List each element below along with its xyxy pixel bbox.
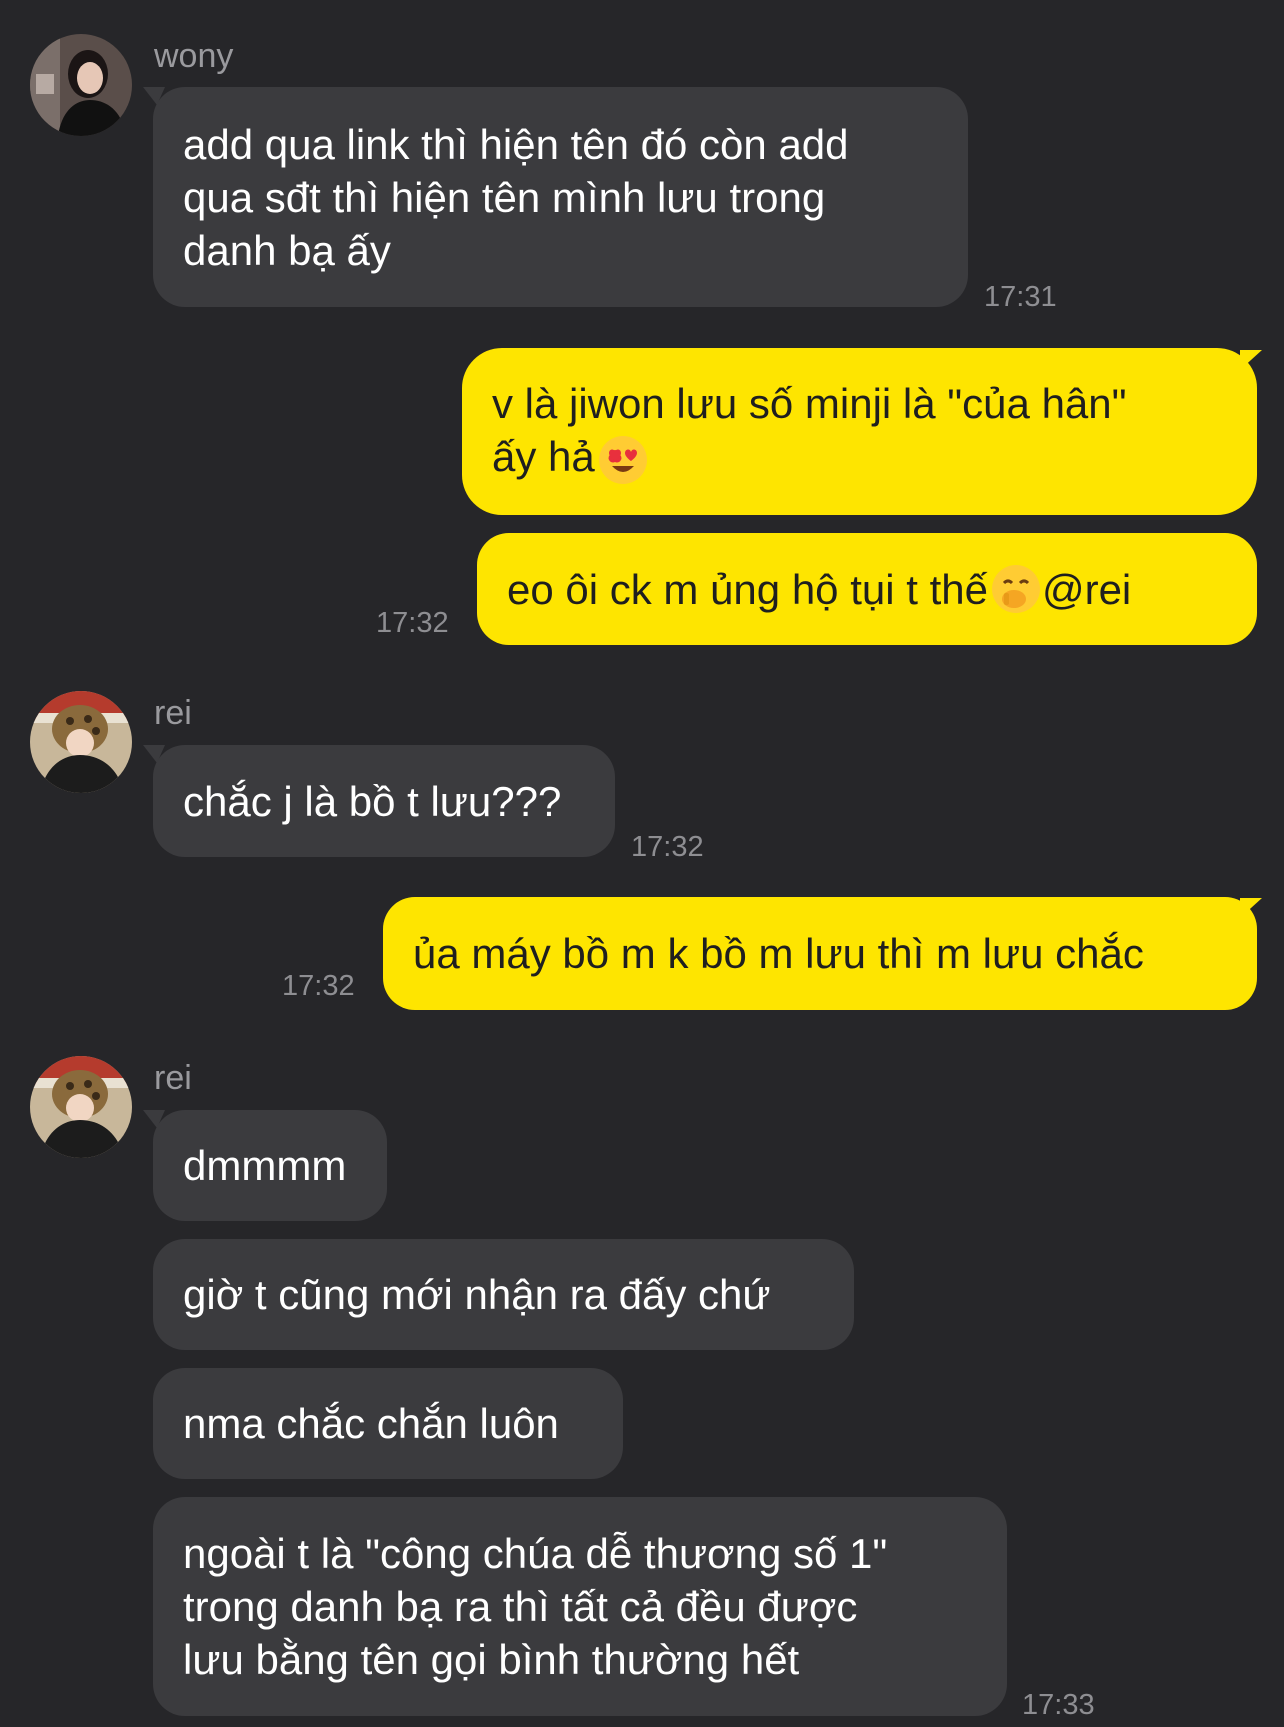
message-text-block: v là jiwon lưu số minji là "của hân" ấy … [492, 377, 1127, 486]
message-text-line: v là jiwon lưu số minji là "của hân" [492, 380, 1127, 428]
message-text: nma chắc chắn luôn [183, 1400, 559, 1447]
chat-screen: wony add qua link thì hiện tên đó còn ad… [0, 0, 1284, 1727]
message-bubble-incoming[interactable]: nma chắc chắn luôn [153, 1368, 623, 1479]
message-time: 17:32 [631, 831, 704, 863]
heart-eyes-emoji [597, 434, 649, 486]
message-text: giờ t cũng mới nhận ra đấy chứ [183, 1271, 771, 1318]
message-bubble-incoming[interactable]: add qua link thì hiện tên đó còn add qua… [153, 87, 968, 307]
message-bubble-incoming[interactable]: ngoài t là "công chúa dễ thương số 1" tr… [153, 1497, 1007, 1716]
avatar-wony[interactable] [30, 34, 132, 136]
message-text: eo ôi ck m ủng hộ tụi t thế [507, 565, 988, 613]
message-time: 17:33 [1022, 1689, 1095, 1721]
message-bubble-incoming[interactable]: giờ t cũng mới nhận ra đấy chứ [153, 1239, 854, 1350]
avatar-rei[interactable] [30, 691, 132, 793]
avatar-rei-image [30, 691, 132, 793]
message-text: ủa máy bồ m k bồ m lưu thì m lưu chắc [413, 930, 1144, 977]
sender-name: rei [154, 1059, 192, 1097]
message-bubble-outgoing[interactable]: ủa máy bồ m k bồ m lưu thì m lưu chắc [383, 897, 1257, 1010]
avatar-rei-image [30, 1056, 132, 1158]
message-time: 17:32 [376, 607, 449, 639]
message-text: add qua link thì hiện tên đó còn add qua… [183, 120, 849, 274]
mention-text[interactable]: @rei [1042, 563, 1131, 616]
message-bubble-incoming[interactable]: chắc j là bồ t lưu??? [153, 745, 615, 857]
message-bubble-incoming[interactable]: dmmmm [153, 1110, 387, 1221]
sender-name: rei [154, 694, 192, 732]
message-text: chắc j là bồ t lưu??? [183, 777, 562, 825]
message-text: ngoài t là "công chúa dễ thương số 1" tr… [183, 1530, 888, 1683]
message-bubble-outgoing[interactable]: v là jiwon lưu số minji là "của hân" ấy … [462, 348, 1257, 515]
message-time: 17:32 [282, 970, 355, 1002]
avatar-rei[interactable] [30, 1056, 132, 1158]
avatar-wony-image [30, 34, 132, 136]
sender-name: wony [154, 37, 234, 75]
message-text: ấy hả [492, 433, 595, 481]
hand-over-mouth-emoji [990, 563, 1042, 615]
message-time: 17:31 [984, 281, 1057, 313]
message-text-line-2: ấy hả [492, 430, 1127, 486]
message-text: dmmmm [183, 1142, 347, 1189]
message-bubble-outgoing[interactable]: eo ôi ck m ủng hộ tụi t thế @rei [477, 533, 1257, 645]
